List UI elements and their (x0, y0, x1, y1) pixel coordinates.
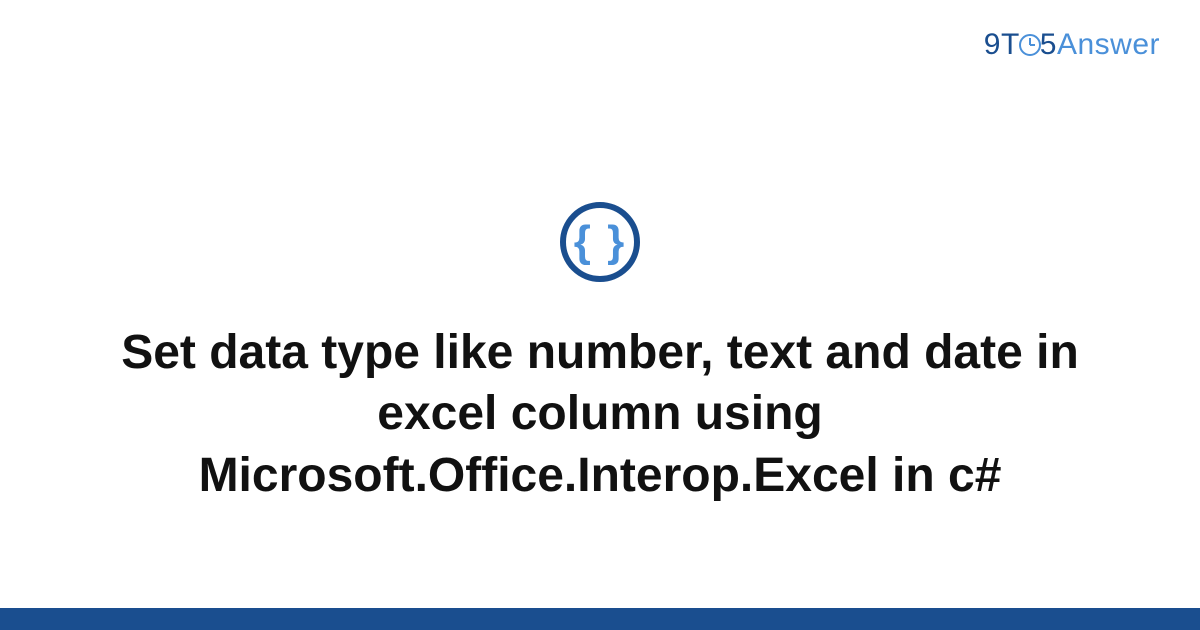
logo-nine: 9 (984, 28, 1001, 61)
page-title: Set data type like number, text and date… (100, 322, 1100, 506)
logo-answer: Answer (1057, 28, 1160, 61)
code-braces-icon: { } (560, 202, 640, 282)
site-logo: 9T5Answer (984, 28, 1160, 62)
logo-t: T (1001, 28, 1020, 61)
logo-five: 5 (1040, 28, 1057, 61)
brace-glyph: { } (574, 220, 626, 264)
footer-bar (0, 608, 1200, 630)
main-content: { } Set data type like number, text and … (0, 100, 1200, 608)
clock-icon (1019, 34, 1041, 56)
